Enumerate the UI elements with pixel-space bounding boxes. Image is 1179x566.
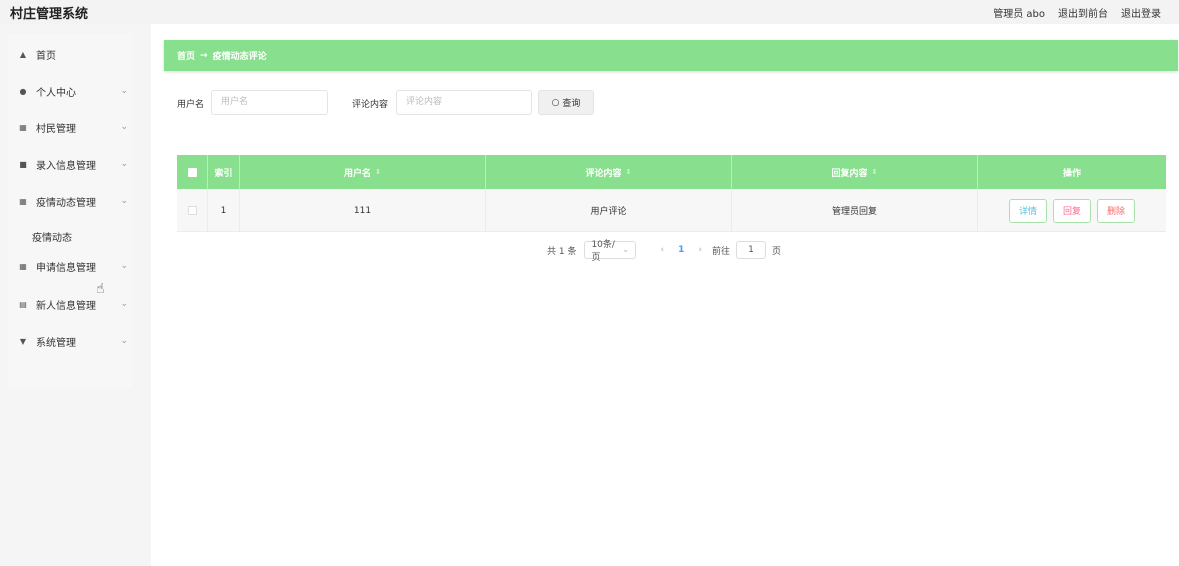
page-size-select[interactable]: 10条/页 ⌄ [584,240,637,263]
sort-icon: ⇕ [625,168,632,176]
username-input[interactable]: 用户名 [211,90,328,115]
breadcrumb-current: 疫情动态评论 [212,52,267,62]
cup-icon: ▼ [19,336,27,346]
row-comment: 用户评论 [486,189,732,232]
top-bar: 村庄管理系统 管理员 abo 退出到前台 退出登录 [0,0,1179,24]
chevron-down-icon: ⌄ [120,196,128,206]
sidebar-item-applications[interactable]: ▦ 申请信息管理 ⌄ [18,258,128,274]
sidebar-item-label: 录入信息管理 [36,160,96,172]
delete-button[interactable]: 删除 [1097,198,1136,223]
sidebar-item-label: 首页 [36,50,56,62]
sidebar-item-label: 系统管理 [36,337,76,349]
sidebar-item-system[interactable]: ▼ 系统管理 ⌄ [18,333,128,349]
sidebar-item-label: 村民管理 [36,123,76,135]
sidebar-item-profile[interactable]: ● 个人中心 ⌄ [18,83,129,99]
sort-icon: ⇕ [375,168,381,176]
column-header-reply[interactable]: 回复内容 ⇕ [732,155,978,189]
query-button[interactable]: ○ 查询 [538,90,594,115]
row-index: 1 [208,189,240,232]
breadcrumb-arrow: → [200,50,208,61]
next-page-button[interactable]: › [698,245,702,255]
thumb-icon: ■ [19,159,27,169]
column-header-comment[interactable]: 评论内容 ⇕ [486,155,732,189]
comment-content-label: 评论内容 [352,100,389,110]
pagination: 共 1 条 10条/页 ⌄ ‹ 1 › 前往 1 页 [547,240,781,263]
column-header-actions: 操作 [1062,168,1081,179]
column-header-index: 索引 [208,155,240,189]
page-suffix: 页 [771,246,781,257]
sort-icon: ⇕ [871,168,878,176]
goto-label: 前往 [711,246,730,257]
page-number-current[interactable]: 1 [678,245,684,255]
header-checkbox-cell [177,155,208,189]
sidebar-item-entry-info[interactable]: ■ 录入信息管理 ⌄ [18,156,128,172]
main-content: 首页 → 疫情动态评论 用户名 用户名 评论内容 评论内容 ○ 查询 索引 用户… [151,24,1179,566]
logout-link[interactable]: 退出登录 [1121,5,1161,20]
detail-button[interactable]: 详情 [1008,198,1047,223]
breadcrumb-home[interactable]: 首页 [177,49,195,62]
table-header: 索引 用户名 ⇕ 评论内容 ⇕ 回复内容 ⇕ 操作 [177,155,1166,189]
sidebar-item-home[interactable]: ▲ 首页 [18,46,128,62]
sidebar-item-villagers[interactable]: ▦ 村民管理 ⌄ [18,119,128,135]
sidebar-item-label: 疫情动态管理 [36,197,96,209]
home-icon: ▲ [19,49,27,59]
chevron-down-icon: ⌄ [120,86,128,96]
search-icon: ○ [551,97,560,108]
chevron-down-icon: ⌄ [120,261,128,271]
chevron-down-icon: ⌄ [621,245,630,255]
exit-to-front-link[interactable]: 退出到前台 [1058,5,1108,20]
admin-label: 管理员 abo [993,9,1045,20]
column-header-username[interactable]: 用户名 ⇕ [240,155,486,189]
goto-page-input[interactable]: 1 [735,241,766,259]
username-label: 用户名 [177,100,205,110]
row-reply: 管理员回复 [732,189,978,232]
top-links: 管理员 abo 退出到前台 退出登录 [993,5,1161,20]
table-row: 1 111 用户评论 管理员回复 详情 回复 删除 [177,189,1166,232]
app-title: 村庄管理系统 [10,7,89,22]
grid-icon: ▦ [19,196,27,206]
breadcrumb: 首页 → 疫情动态评论 [164,40,1178,71]
row-actions: 详情 回复 删除 [978,189,1166,232]
menu-panel: ▲ 首页 ● 个人中心 ⌄ ▦ 村民管理 ⌄ ■ 录入信息管理 ⌄ ▦ 疫情动态… [8,34,132,389]
grid-icon: ▦ [19,261,27,271]
chevron-down-icon: ⌄ [120,122,128,132]
prev-page-button[interactable]: ‹ [660,245,664,255]
hand-cursor-icon: ☝ [96,281,105,297]
row-username: 111 [240,189,486,232]
row-checkbox[interactable] [187,206,197,215]
sidebar-item-label: 新人信息管理 [36,300,96,312]
comment-content-input[interactable]: 评论内容 [396,90,532,115]
chevron-down-icon: ⌄ [120,299,128,309]
user-icon: ● [19,86,27,96]
chevron-down-icon: ⌄ [120,159,128,169]
query-button-label: 查询 [562,99,581,109]
row-checkbox-cell [177,189,208,232]
reply-button[interactable]: 回复 [1052,198,1091,223]
grid-icon: ▦ [19,122,27,132]
total-count: 共 1 条 [547,246,577,257]
sidebar-item-label: 个人中心 [36,87,76,99]
document-icon: ▤ [19,299,27,309]
sidebar: ▲ 首页 ● 个人中心 ⌄ ▦ 村民管理 ⌄ ■ 录入信息管理 ⌄ ▦ 疫情动态… [0,24,151,566]
sidebar-item-label: 申请信息管理 [36,262,96,274]
sidebar-item-newcomers[interactable]: ▤ 新人信息管理 ⌄ [18,296,128,312]
sidebar-subitem-epidemic-news[interactable]: 疫情动态 [32,229,72,244]
select-all-checkbox[interactable] [187,167,197,177]
sidebar-item-epidemic[interactable]: ▦ 疫情动态管理 ⌄ [18,193,128,209]
chevron-down-icon: ⌄ [120,336,128,346]
